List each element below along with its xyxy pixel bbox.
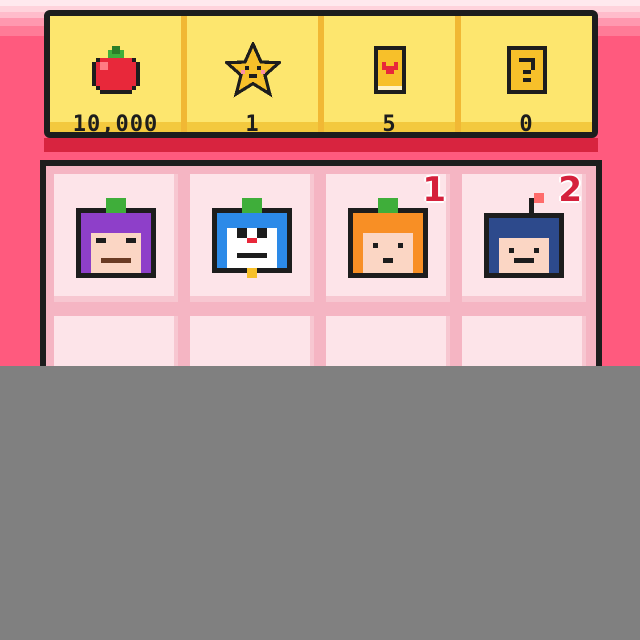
character-slot[interactable] xyxy=(54,174,178,302)
tomato-count: 10,000 xyxy=(72,112,159,137)
character-slot[interactable]: 1 xyxy=(326,170,450,302)
heart-book-icon xyxy=(373,46,406,94)
mystery-count: 0 xyxy=(519,112,534,137)
resource-star[interactable]: 1 xyxy=(187,16,324,137)
character-grid: 1 2 xyxy=(40,160,602,444)
question-block-icon xyxy=(506,46,547,94)
tomato-icon xyxy=(91,46,140,94)
character-badge: 2 xyxy=(558,170,582,210)
star-count: 1 xyxy=(245,112,260,137)
star-icon xyxy=(224,42,281,98)
resource-mystery[interactable]: 0 xyxy=(461,16,592,137)
resource-bar: 10,000 1 5 0 xyxy=(44,10,598,138)
book-count: 5 xyxy=(382,112,397,137)
character-badge: 1 xyxy=(422,170,446,210)
resource-tomato[interactable]: 10,000 xyxy=(50,16,187,137)
resource-book[interactable]: 5 xyxy=(324,16,461,137)
character-slot[interactable] xyxy=(190,174,314,302)
blue-robot-cat-character-icon xyxy=(212,198,292,278)
character-slot[interactable]: 2 xyxy=(462,170,586,302)
purple-tomato-character-icon xyxy=(76,198,156,278)
gray-overlay xyxy=(0,366,640,640)
resource-bar-shadow xyxy=(44,138,598,152)
